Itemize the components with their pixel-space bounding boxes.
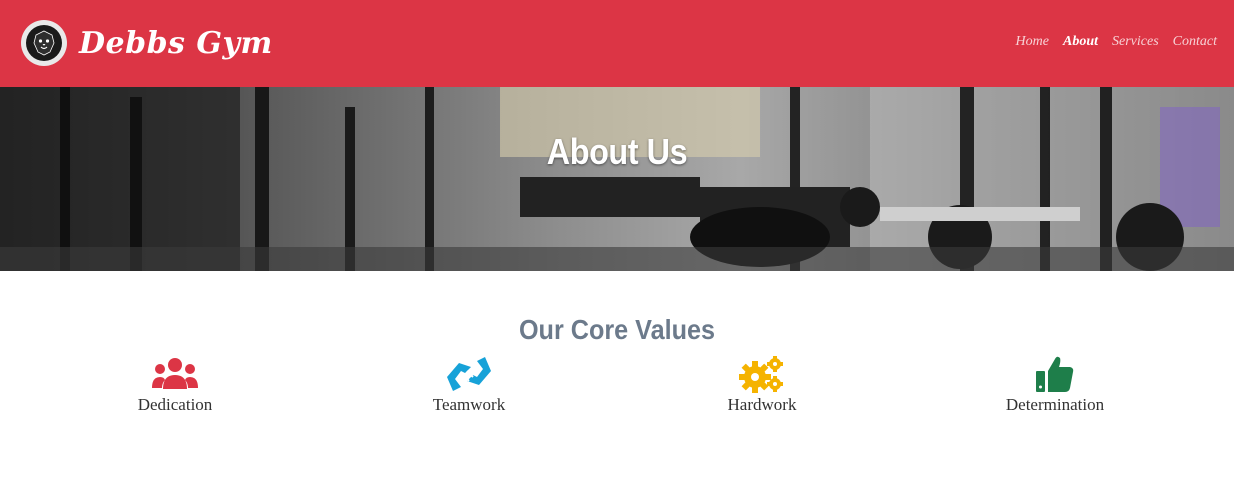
value-teamwork: Teamwork (369, 355, 569, 415)
hero-title: About Us (546, 131, 688, 172)
nav-about[interactable]: About (1063, 34, 1098, 50)
gym-background-image (0, 87, 1234, 271)
value-label: Dedication (137, 395, 213, 414)
core-values-title: Our Core Values (518, 314, 716, 345)
value-label: Hardwork (727, 395, 797, 414)
users-icon (75, 355, 275, 393)
gears-icon (662, 355, 862, 393)
nav-home[interactable]: Home (1016, 34, 1049, 50)
core-values-section: Our Core Values Dedication Teamwork Hard… (0, 271, 1234, 487)
hero-banner: About Us (0, 87, 1234, 271)
value-dedication: Dedication (75, 355, 275, 415)
nav-contact[interactable]: Contact (1173, 34, 1217, 50)
value-label: Determination (1005, 395, 1105, 414)
thumbs-up-icon (955, 355, 1155, 393)
main-nav: Home About Services Contact (1016, 34, 1217, 50)
value-determination: Determination (955, 355, 1155, 415)
nav-services[interactable]: Services (1112, 34, 1159, 50)
value-hardwork: Hardwork (662, 355, 862, 415)
value-label: Teamwork (432, 395, 506, 414)
brand[interactable]: Debbs Gym (21, 20, 273, 66)
lion-logo-icon (21, 20, 67, 66)
navbar: Debbs Gym Home About Services Contact (0, 0, 1234, 87)
brand-name: Debbs Gym (79, 25, 273, 61)
handshake-icon (369, 355, 569, 393)
